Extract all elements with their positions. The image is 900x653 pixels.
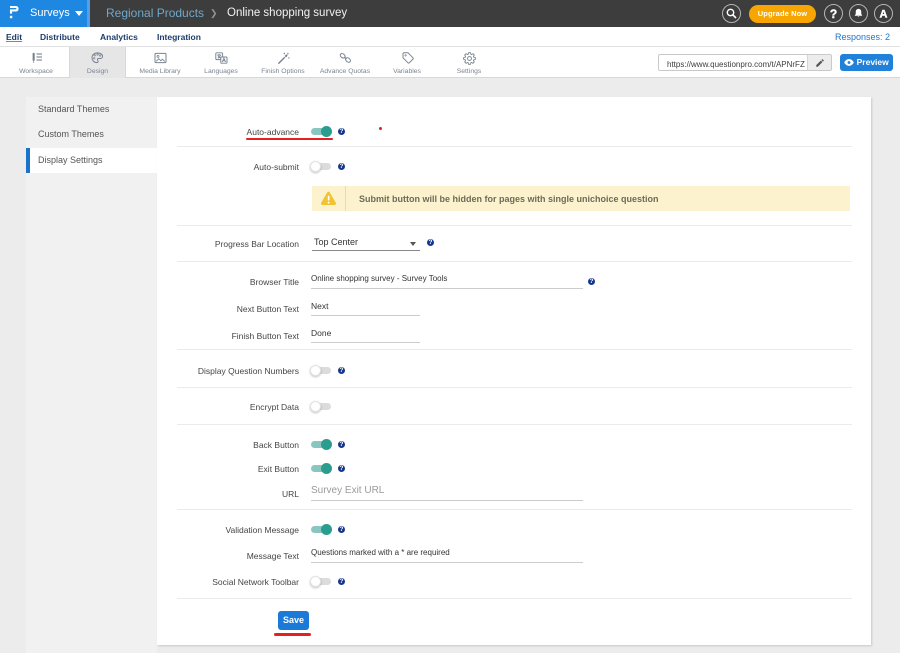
svg-text:?: ? (830, 7, 837, 21)
svg-text:A: A (880, 9, 888, 21)
